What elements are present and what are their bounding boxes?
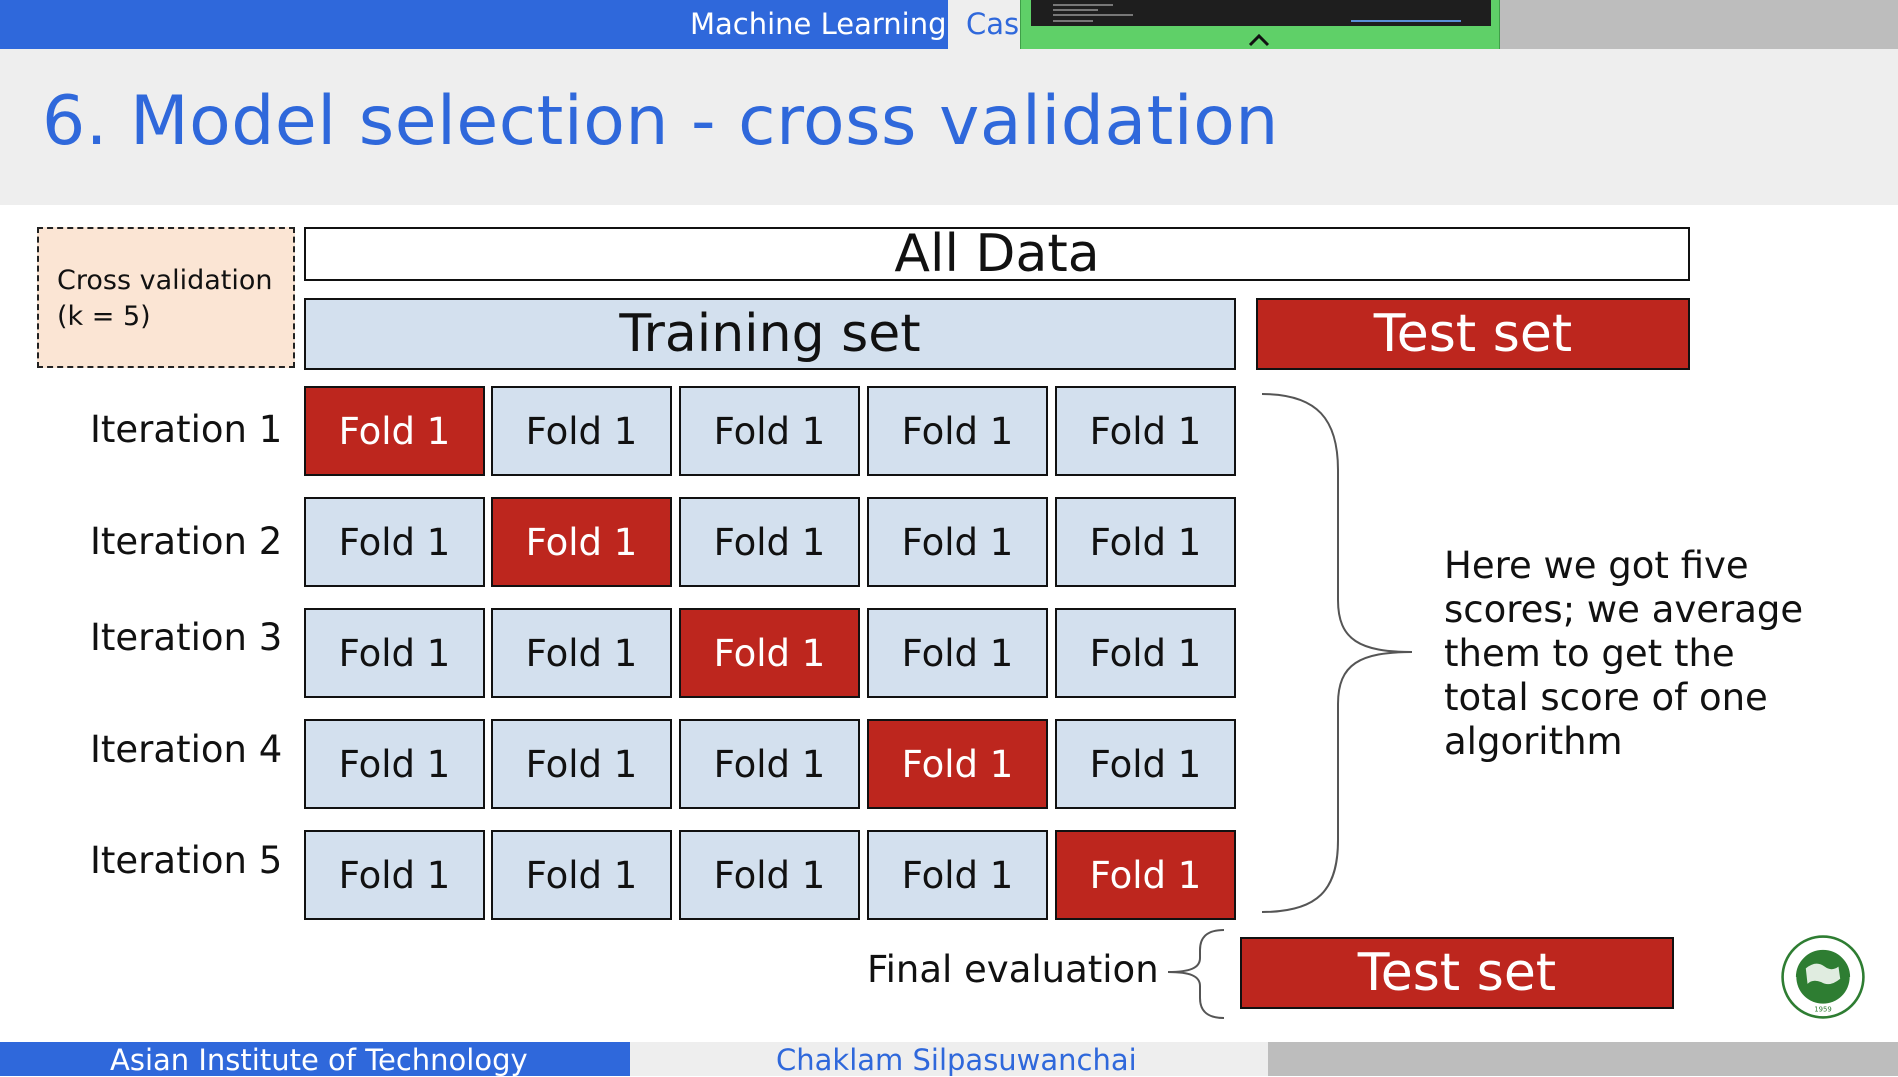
ait-seal-logo: 1959 xyxy=(1781,935,1865,1019)
institution-name: Asian Institute of Technology xyxy=(110,1043,528,1077)
scores-summary: Here we got five scores; we average them… xyxy=(1444,544,1804,763)
institution-footer: Asian Institute of Technology xyxy=(0,1042,630,1077)
author-name: Chaklam Silpasuwanchai xyxy=(776,1043,1137,1077)
footer-bar: Asian Institute of Technology Chaklam Si… xyxy=(0,1042,1898,1077)
final-test-set-box: Test set xyxy=(1240,937,1674,1009)
brace-lines xyxy=(1167,393,1413,1019)
iterations-brace xyxy=(1261,393,1413,913)
final-evaluation-label: Final evaluation xyxy=(867,948,1159,991)
final-brace xyxy=(1167,929,1225,1019)
logo-year: 1959 xyxy=(1814,1005,1832,1013)
author-footer: Chaklam Silpasuwanchai xyxy=(630,1042,1268,1077)
